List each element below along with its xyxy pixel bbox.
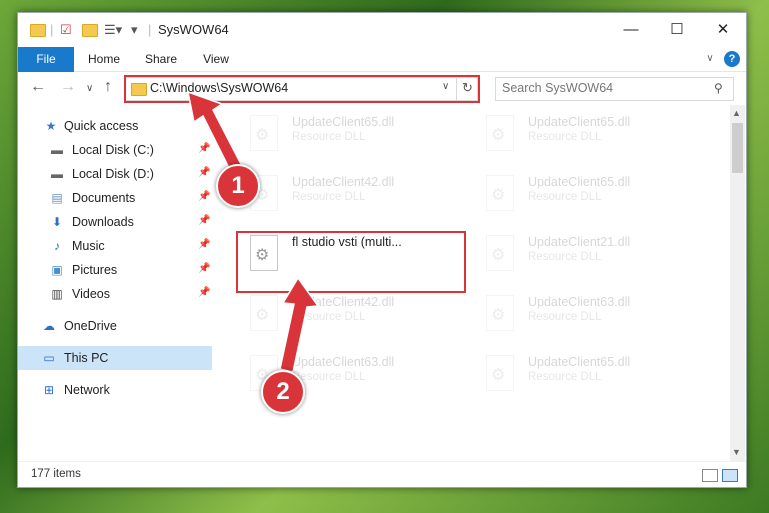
arrow-to-file — [279, 276, 320, 373]
arrow-to-address-bar — [187, 90, 245, 176]
callout-2: 2 — [261, 370, 305, 414]
callout-1: 1 — [216, 164, 260, 208]
annotation-arrows — [187, 90, 320, 373]
